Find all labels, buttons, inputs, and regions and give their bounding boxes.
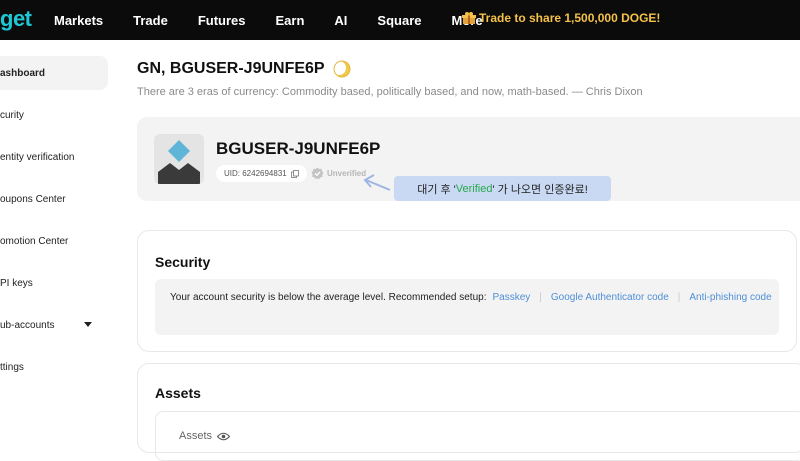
annotation-highlight: Verified	[455, 182, 493, 195]
top-navbar: get Markets Trade Futures Earn AI Square…	[0, 0, 800, 40]
sidebar-item-dashboard[interactable]: ashboard	[0, 56, 108, 90]
sidebar: ashboard curity entity verification oupo…	[0, 40, 118, 440]
security-card: Security Your account security is below …	[137, 230, 797, 352]
brand-logo[interactable]: get	[0, 6, 32, 32]
avatar-icon	[154, 134, 204, 184]
security-message: Your account security is below the avera…	[170, 292, 487, 303]
sidebar-item-label: ashboard	[0, 67, 46, 79]
nav-markets[interactable]: Markets	[54, 13, 103, 28]
nav-trade[interactable]: Trade	[133, 13, 168, 28]
nav-square[interactable]: Square	[377, 13, 421, 28]
sidebar-item-settings[interactable]: ttings	[0, 350, 108, 384]
sidebar-item-label: curity	[0, 109, 24, 121]
assets-panel: Assets	[155, 411, 800, 461]
assets-title: Assets	[155, 385, 201, 401]
arrow-left-icon	[363, 174, 391, 191]
verification-status-badge[interactable]: Unverified	[311, 165, 366, 182]
link-divider: |	[539, 292, 542, 303]
moon-icon	[332, 60, 351, 78]
greeting-text: GN, BGUSER-J9UNFE6P	[137, 60, 325, 77]
copy-icon[interactable]	[290, 169, 299, 178]
sidebar-item-coupons-center[interactable]: oupons Center	[0, 182, 108, 216]
nav-ai[interactable]: AI	[334, 13, 347, 28]
gift-icon	[462, 12, 476, 24]
sidebar-item-label: PI keys	[0, 277, 33, 289]
sidebar-item-label: omotion Center	[0, 235, 69, 247]
page-title: GN, BGUSER-J9UNFE6P	[137, 60, 351, 78]
sidebar-item-label: entity verification	[0, 151, 75, 163]
chevron-down-icon	[84, 322, 92, 327]
google-authenticator-link[interactable]: Google Authenticator code	[551, 292, 669, 303]
sidebar-item-identity-verification[interactable]: entity verification	[0, 140, 108, 174]
assets-label: Assets	[179, 430, 213, 442]
badge-check-icon	[311, 167, 324, 180]
sidebar-item-label: ub-accounts	[0, 319, 55, 331]
promo-text: Trade to share 1,500,000 DOGE!	[479, 11, 661, 25]
main-nav: Markets Trade Futures Earn AI Square Mor…	[54, 0, 513, 40]
sidebar-item-label: oupons Center	[0, 193, 66, 205]
security-title: Security	[155, 254, 211, 270]
username: BGUSER-J9UNFE6P	[216, 139, 381, 158]
verification-status-text: Unverified	[327, 169, 367, 178]
annotation-suffix: ' 가 나오면 인증완료!	[492, 183, 588, 196]
annotation-callout: 대기 후 ' Verified ' 가 나오면 인증완료!	[394, 176, 611, 201]
sidebar-item-api-keys[interactable]: PI keys	[0, 266, 108, 300]
security-notice: Your account security is below the avera…	[155, 279, 779, 335]
eye-icon[interactable]	[217, 432, 231, 441]
uid-text: UID: 6242694831	[224, 169, 287, 178]
security-message-row: Your account security is below the avera…	[170, 292, 772, 303]
anti-phishing-link[interactable]: Anti-phishing code	[689, 292, 771, 303]
sidebar-item-security[interactable]: curity	[0, 98, 108, 132]
assets-label-row: Assets	[179, 430, 231, 442]
nav-earn[interactable]: Earn	[276, 13, 305, 28]
quote-text: There are 3 eras of currency: Commodity …	[137, 86, 643, 98]
avatar[interactable]	[154, 134, 204, 184]
annotation-prefix: 대기 후 '	[417, 183, 456, 196]
sidebar-item-sub-accounts[interactable]: ub-accounts	[0, 308, 108, 342]
sidebar-item-promotion-center[interactable]: omotion Center	[0, 224, 108, 258]
nav-futures[interactable]: Futures	[198, 13, 246, 28]
passkey-link[interactable]: Passkey	[492, 292, 530, 303]
link-divider: |	[677, 292, 681, 303]
sidebar-item-label: ttings	[0, 361, 24, 373]
promo-banner[interactable]: Trade to share 1,500,000 DOGE!	[462, 11, 660, 25]
uid-badge[interactable]: UID: 6242694831	[216, 165, 307, 182]
